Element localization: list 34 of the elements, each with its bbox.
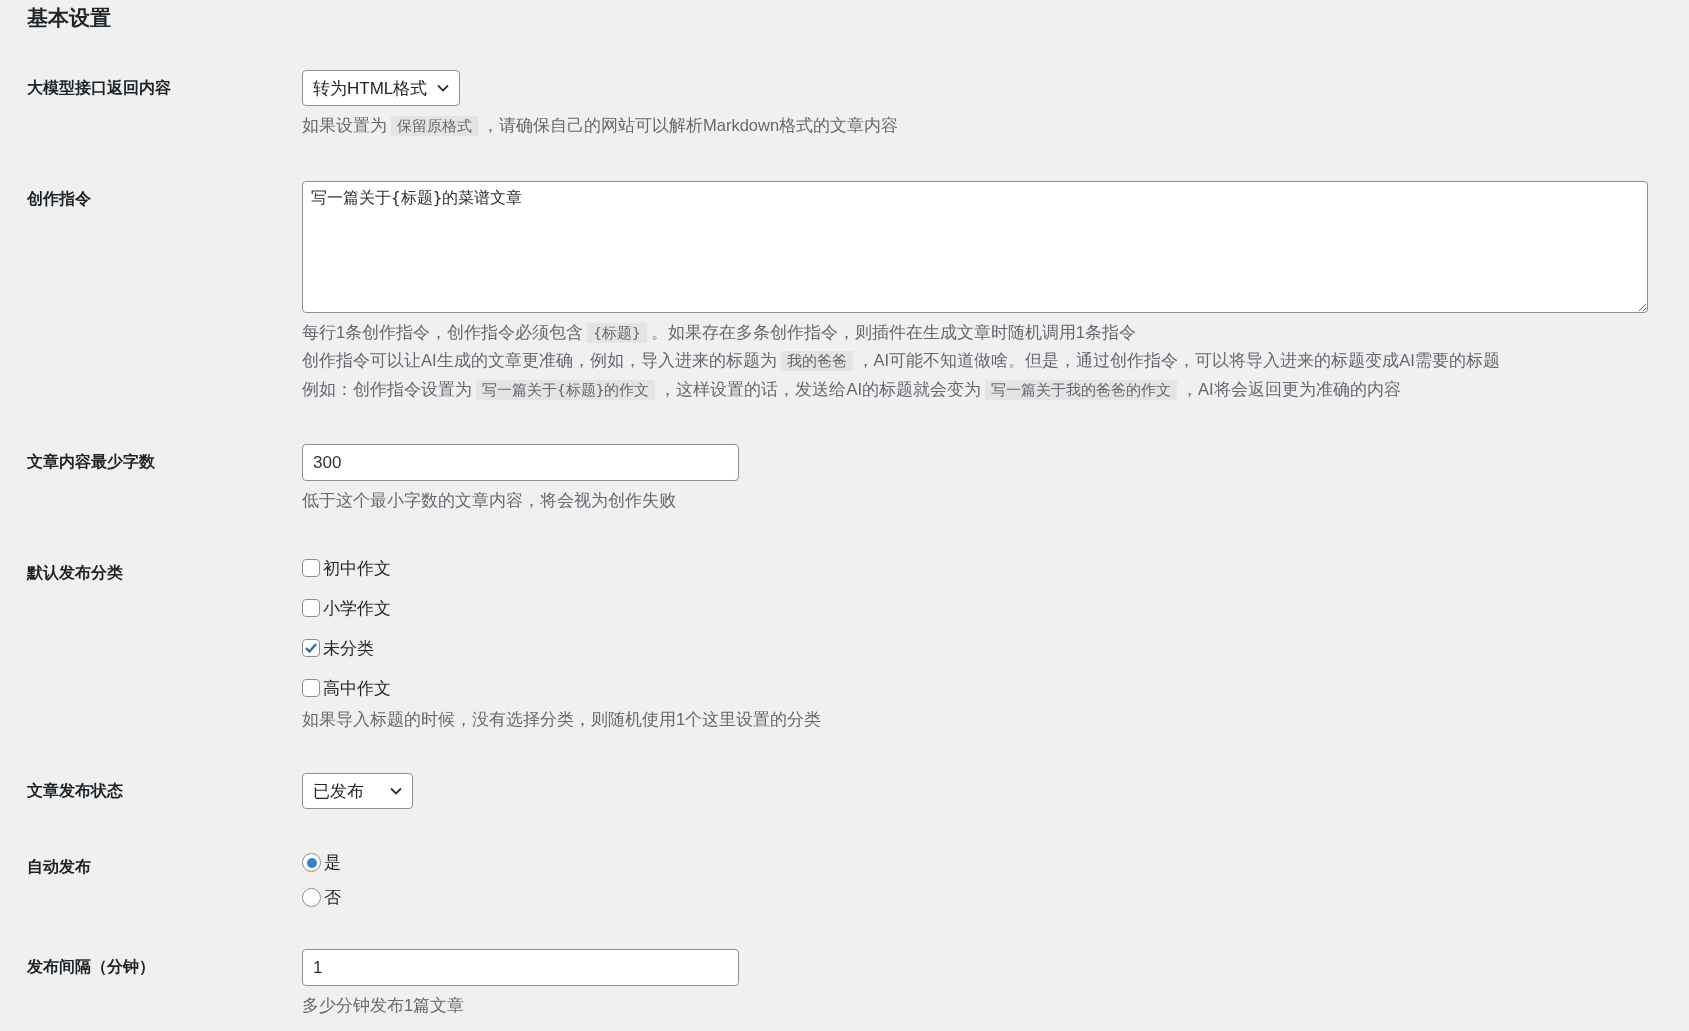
dropdown[interactable]: 转为HTML格式 <box>302 70 461 106</box>
checkbox-label: 高中作文 <box>323 677 391 700</box>
checkbox[interactable] <box>302 679 320 697</box>
radio-label: 否 <box>324 887 341 909</box>
chevron-down-icon <box>437 84 450 92</box>
field-label: 大模型接口返回内容 <box>27 78 171 98</box>
field-description: 如果设置为 保留原格式 ，请确保自己的网站可以解析Markdown格式的文章内容 <box>302 115 899 138</box>
field-description: 多少分钟发布1篇文章 <box>302 995 465 1016</box>
field-label: 发布间隔（分钟） <box>27 957 155 977</box>
input-field[interactable]: 1 <box>302 949 739 986</box>
field-label: 文章内容最少字数 <box>27 452 155 472</box>
checkbox[interactable] <box>302 559 320 577</box>
field-label: 默认发布分类 <box>27 562 123 583</box>
textarea-field[interactable]: 写一篇关于{标题}的菜谱文章 <box>302 180 1648 313</box>
radio-label: 是 <box>324 852 341 874</box>
field-label: 自动发布 <box>27 857 91 877</box>
checkbox[interactable] <box>302 599 320 617</box>
field-label: 创作指令 <box>27 188 91 209</box>
section-heading: 基本设置 <box>27 5 111 31</box>
radio-button[interactable] <box>302 888 321 907</box>
field-description: 每行1条创作指令，创作指令必须包含 {标题} 。如果存在多条创作指令，则插件在生成文章时随机调用1条指令 <box>302 321 1137 345</box>
field-description: 创作指令可以让AI生成的文章更准确，例如，导入进来的标题为 我的爸爸 ，AI可能不知道做啥。但是，通过创作指令，可以将导入进来的标题变成AI需要的标题 <box>302 350 1500 373</box>
checkbox-label: 未分类 <box>323 637 374 660</box>
radio-button[interactable] <box>302 853 321 872</box>
checkbox[interactable] <box>302 639 320 657</box>
field-description: 例如：创作指令设置为 写一篇关于{标题}的作文 ，这样设置的话，发送给AI的标题就会变为 写一篇关于我的爸爸的作文 ，AI将会返回更为准确的内容 <box>302 378 1402 402</box>
checkbox-label: 初中作文 <box>323 557 391 580</box>
field-label: 文章发布状态 <box>27 781 123 801</box>
chevron-down-icon <box>390 787 402 795</box>
field-description: 如果导入标题的时候，没有选择分类，则随机使用1个这里设置的分类 <box>302 708 822 730</box>
input-field[interactable]: 300 <box>302 444 739 481</box>
dropdown[interactable]: 已发布 <box>302 773 413 809</box>
field-description: 低于这个最小字数的文章内容，将会视为创作失败 <box>302 490 676 511</box>
checkbox-label: 小学作文 <box>323 597 391 620</box>
